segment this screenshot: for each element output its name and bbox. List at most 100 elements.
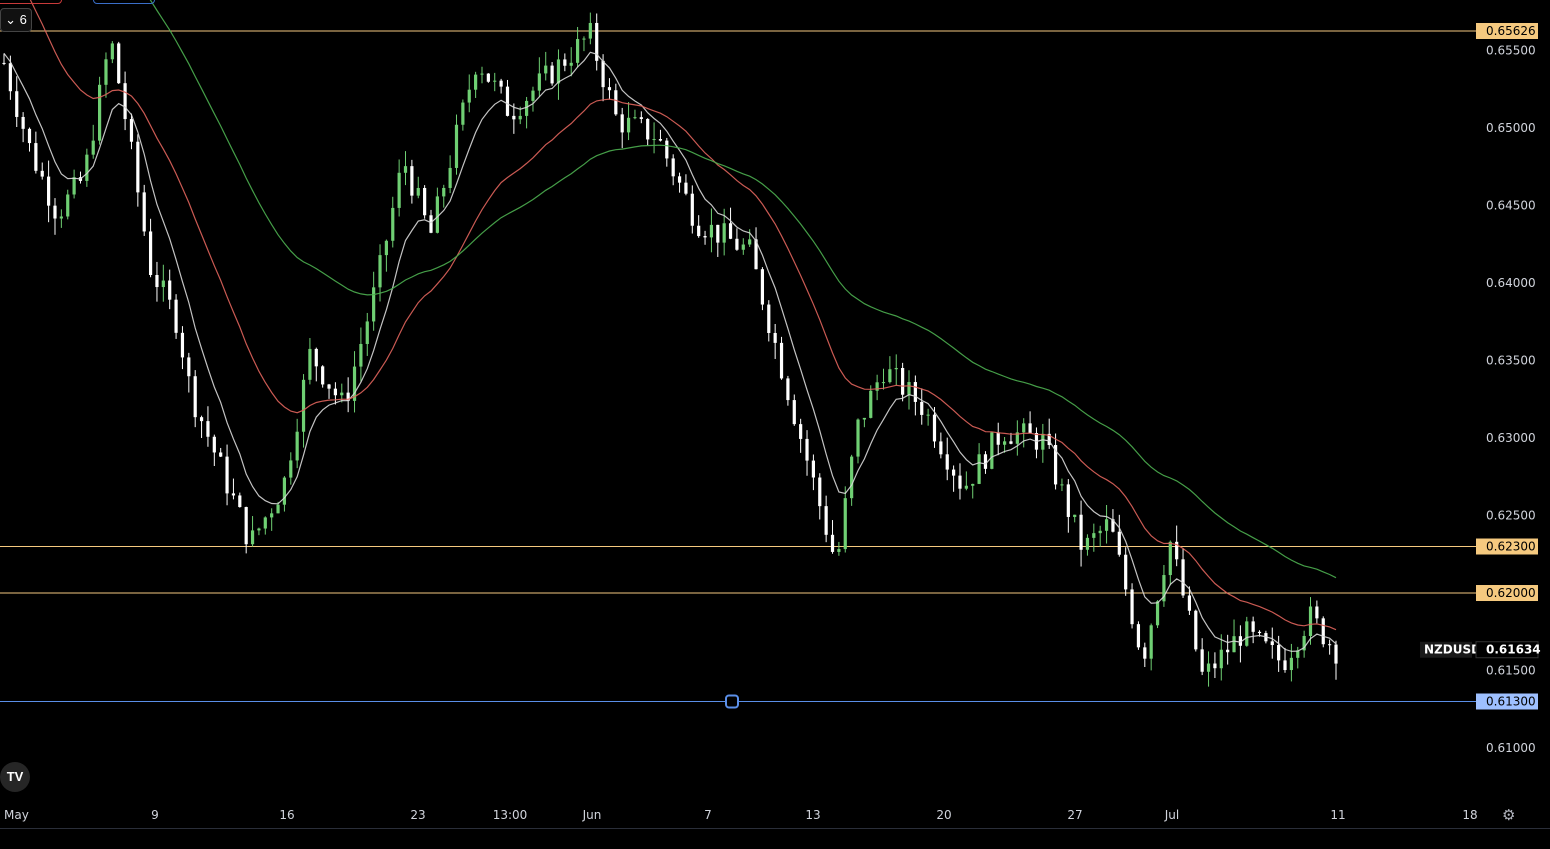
candle-body (786, 378, 790, 401)
candle-body (652, 139, 656, 141)
candle-body (21, 116, 25, 129)
price-tick-label: 0.64000 (1486, 276, 1536, 290)
candle-body (40, 170, 44, 177)
candle-body (97, 84, 102, 141)
last-price-label: 0.61634 (1486, 643, 1541, 657)
candle-body (1321, 618, 1325, 645)
candle-body (448, 167, 452, 188)
time-tick-label: 13 (805, 808, 820, 822)
candle-body (728, 223, 733, 239)
candle-body (850, 456, 854, 499)
candle-body (1041, 433, 1045, 450)
candle-body (85, 154, 89, 181)
moving-average-line-1 (3, 51, 1337, 652)
time-tick-label: 16 (279, 808, 294, 822)
candle-body (1277, 645, 1281, 661)
candle-body (537, 73, 541, 91)
candle-body (1257, 631, 1262, 634)
tradingview-logo-icon[interactable]: TV (0, 762, 30, 792)
candle-body (639, 117, 643, 119)
candle-body (901, 367, 905, 395)
candle-body (474, 74, 478, 90)
candle-body (308, 348, 312, 380)
price-tick-label: 0.61500 (1486, 664, 1536, 678)
candle-body (646, 118, 650, 140)
candle-body (161, 280, 165, 288)
candle-body (359, 343, 363, 367)
candle-body (563, 59, 567, 66)
candle-body (410, 166, 414, 196)
candle-body (397, 172, 401, 208)
candle-body (199, 417, 204, 422)
interval-selector[interactable]: ⌄ 6 (0, 8, 32, 32)
candle-body (945, 454, 949, 470)
candle-body (493, 80, 497, 82)
candle-body (231, 493, 236, 496)
candle-body (518, 115, 522, 120)
candle-body (550, 65, 554, 84)
candle-body (805, 438, 809, 461)
candle-body (365, 321, 369, 344)
price-tag-label: 0.61300 (1486, 695, 1536, 709)
moving-average-line-3 (149, 0, 1337, 579)
candle-body (741, 244, 745, 250)
candle-body (340, 392, 344, 396)
candle-body (1219, 649, 1223, 669)
candle-body (1213, 663, 1217, 669)
candle-body (1066, 484, 1070, 517)
candle-body (837, 549, 841, 552)
candle-body (1073, 514, 1077, 517)
price-tag-label: 0.62300 (1486, 540, 1536, 554)
candle-body (467, 89, 471, 103)
candle-body (435, 196, 439, 233)
indicator-chip-blue[interactable] (93, 0, 155, 4)
candle-body (391, 207, 395, 241)
candle-body (429, 215, 433, 233)
candle-body (939, 441, 943, 455)
candle-body (1022, 423, 1026, 433)
alert-handle (725, 694, 739, 709)
candle-body (1028, 423, 1032, 433)
candle-body (779, 342, 784, 379)
time-tick-label: 18 (1462, 808, 1477, 822)
time-tick-label: 7 (704, 808, 712, 822)
candle-body (709, 224, 714, 238)
candle-body (881, 382, 886, 384)
candle-body (416, 187, 420, 196)
candle-body (486, 73, 490, 82)
candle-body (1226, 649, 1230, 653)
candle-body (735, 238, 739, 250)
candle-body (301, 379, 306, 432)
price-chart[interactable]: 0.65500 0.65000 0.64500 0.64000 0.63500 0.630… (0, 0, 1550, 848)
candle-body (282, 477, 287, 505)
candle-body (875, 382, 879, 391)
candle-body (607, 87, 612, 91)
candle-body (454, 124, 459, 168)
candle-body (525, 100, 529, 116)
candle-body (110, 43, 114, 60)
candle-body (703, 236, 707, 238)
price-tick-label: 0.63500 (1486, 354, 1536, 368)
candle-body (658, 139, 663, 141)
candle-body (72, 177, 76, 195)
candle-body (142, 192, 146, 232)
candle-body (620, 114, 624, 133)
candle-body (289, 460, 293, 478)
candle-body (722, 223, 726, 243)
candle-body (601, 60, 605, 88)
price-tick-label: 0.65000 (1486, 121, 1536, 135)
candle-body (990, 432, 994, 469)
candle-body (2, 62, 6, 64)
candle-body (1245, 621, 1249, 646)
candle-body (792, 400, 796, 425)
candles (2, 12, 1338, 687)
gear-icon[interactable]: ⚙ (1502, 806, 1515, 824)
time-axis[interactable]: May 9 16 23 13:00 Jun 7 13 20 27 Jul 11 18 (4, 808, 1478, 822)
candle-body (1270, 641, 1274, 646)
candle-body (531, 90, 535, 101)
candle-body (1117, 531, 1121, 555)
candle-body (1104, 519, 1109, 531)
candle-body (1149, 625, 1153, 659)
candle-body (888, 369, 892, 383)
indicator-chip-red[interactable] (0, 0, 62, 4)
